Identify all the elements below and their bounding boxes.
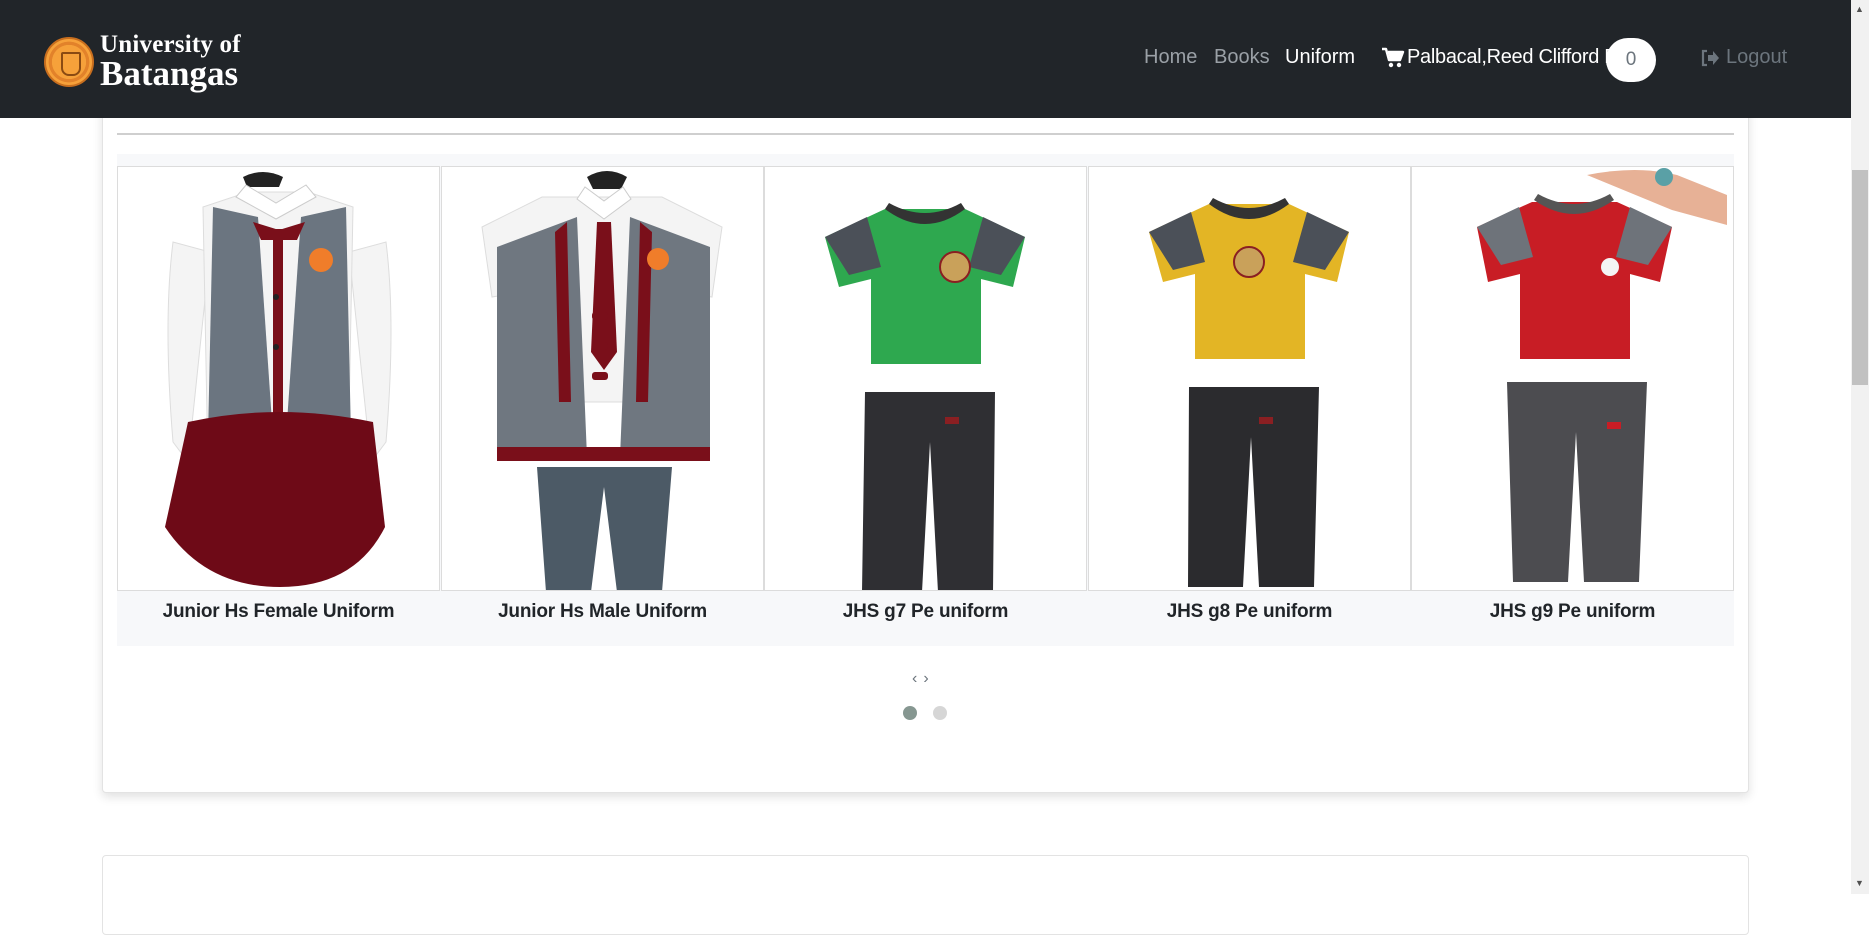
logout-label: Logout — [1726, 46, 1788, 68]
section-divider — [117, 133, 1734, 135]
red-pe-uniform-image — [1477, 168, 1727, 582]
product-name[interactable]: JHS g7 Pe uniform — [764, 601, 1087, 623]
carousel-dot-1[interactable] — [903, 706, 917, 720]
university-seal-icon — [44, 36, 94, 87]
sign-out-icon — [1701, 49, 1719, 66]
carousel-next-button[interactable]: › — [923, 670, 934, 687]
carousel-dot-2[interactable] — [933, 706, 947, 720]
female-uniform-image — [165, 172, 392, 587]
brand-logo[interactable]: University of Batangas — [44, 32, 241, 91]
logout-link[interactable]: Logout — [1700, 46, 1787, 69]
brand-line-2: Batangas — [100, 54, 239, 93]
product-name[interactable]: JHS g8 Pe uniform — [1088, 601, 1411, 623]
page-scrollbar[interactable]: ▲ ▼ — [1851, 0, 1869, 894]
cart-count-badge[interactable]: 0 — [1606, 38, 1656, 82]
product-card-male-uniform[interactable] — [441, 166, 764, 591]
nav-uniform-link[interactable]: Uniform — [1285, 46, 1355, 69]
green-pe-uniform-image — [825, 203, 1025, 590]
product-name[interactable]: Junior Hs Female Uniform — [117, 601, 440, 623]
carousel-prev-button[interactable]: ‹ — [912, 670, 923, 687]
nav-books-link[interactable]: Books — [1214, 46, 1270, 69]
scrollbar-thumb[interactable] — [1852, 170, 1868, 385]
product-name[interactable]: Junior Hs Male Uniform — [441, 601, 764, 623]
brand-text: University of Batangas — [100, 32, 241, 91]
user-name: Palbacal,Reed Clifford D. — [1407, 46, 1624, 68]
carousel-arrows: ‹› — [912, 670, 935, 688]
scroll-down-arrow-icon[interactable]: ▼ — [1855, 878, 1864, 888]
scroll-up-arrow-icon[interactable]: ▲ — [1855, 4, 1864, 14]
product-card-g7-pe-uniform[interactable] — [764, 166, 1087, 591]
secondary-card — [102, 855, 1749, 935]
cart-link[interactable]: Palbacal,Reed Clifford D. — [1381, 46, 1624, 69]
product-card-g8-pe-uniform[interactable] — [1088, 166, 1411, 591]
product-card-g9-pe-uniform[interactable] — [1411, 166, 1734, 591]
male-uniform-image — [481, 171, 723, 590]
product-name[interactable]: JHS g9 Pe uniform — [1411, 601, 1734, 623]
yellow-pe-uniform-image — [1149, 198, 1349, 587]
top-navbar: University of Batangas Home Books Unifor… — [0, 0, 1851, 118]
product-card-female-uniform[interactable] — [117, 166, 440, 591]
shopping-cart-icon — [1382, 47, 1405, 67]
nav-home-link[interactable]: Home — [1144, 46, 1197, 69]
